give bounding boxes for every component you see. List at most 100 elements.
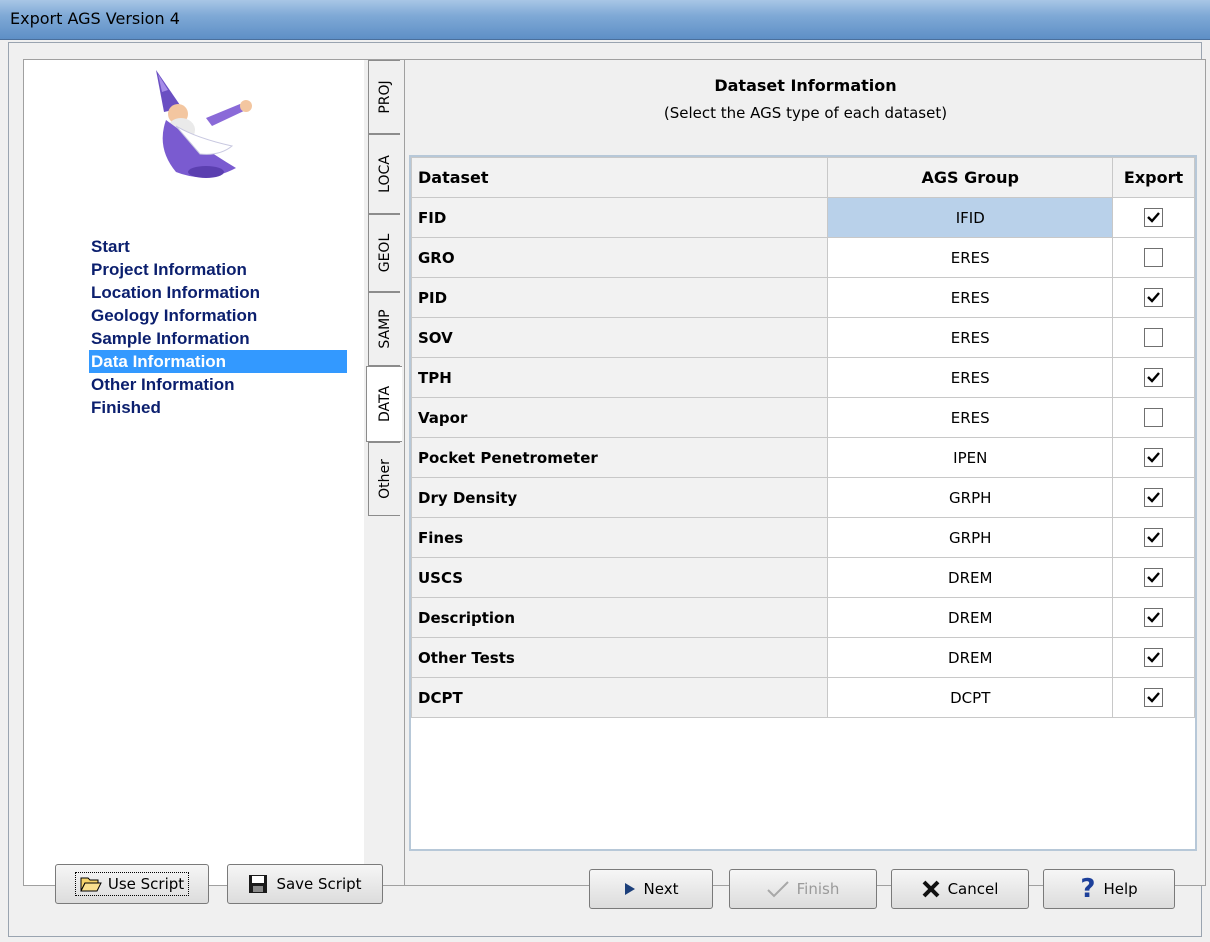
dataset-name-cell[interactable]: TPH (410, 357, 829, 398)
dataset-table: Dataset AGS Group Export FID IFID GRO ERES P… (410, 157, 1195, 718)
title-bar: Export AGS Version 4 (0, 0, 1210, 40)
step-finished[interactable]: Finished (89, 396, 347, 419)
export-cell (1112, 517, 1195, 558)
column-header-export[interactable]: Export (1112, 157, 1195, 198)
ags-group-cell[interactable]: IFID (827, 197, 1114, 238)
table-row: Dry Density GRPH (410, 477, 1195, 518)
table-row: Fines GRPH (410, 517, 1195, 558)
export-checkbox[interactable] (1144, 448, 1164, 467)
wizard-mascot-icon (156, 70, 252, 178)
export-cell (1112, 237, 1195, 278)
table-header-row: Dataset AGS Group Export (410, 157, 1195, 198)
ags-group-cell[interactable]: DCPT (827, 677, 1114, 718)
step-location-information[interactable]: Location Information (89, 281, 347, 304)
dataset-name-cell[interactable]: USCS (410, 557, 829, 598)
dataset-name-cell[interactable]: Dry Density (410, 477, 829, 518)
play-arrow-icon (624, 883, 635, 895)
help-label: Help (1103, 880, 1138, 898)
step-other-information[interactable]: Other Information (89, 373, 347, 396)
table-row: PID ERES (410, 277, 1195, 318)
use-script-label: Use Script (107, 875, 185, 893)
dataset-name-cell[interactable]: SOV (410, 317, 829, 358)
save-icon (249, 875, 268, 893)
ags-group-cell[interactable]: IPEN (827, 437, 1114, 478)
step-start[interactable]: Start (89, 235, 347, 258)
export-checkbox[interactable] (1144, 608, 1164, 627)
checkmark-icon (1147, 492, 1160, 503)
ags-group-cell[interactable]: ERES (827, 237, 1114, 278)
export-cell (1112, 677, 1195, 718)
ags-group-cell[interactable]: DREM (827, 637, 1114, 678)
tab-geol[interactable]: GEOL (368, 214, 400, 292)
tab-data[interactable]: DATA (366, 366, 402, 442)
checkmark-icon (1147, 452, 1160, 463)
dataset-name-cell[interactable]: FID (410, 197, 829, 238)
export-cell (1112, 277, 1195, 318)
ags-group-cell[interactable]: ERES (827, 317, 1114, 358)
checkmark-icon (1147, 612, 1160, 623)
dataset-name-cell[interactable]: DCPT (410, 677, 829, 718)
table-row: GRO ERES (410, 237, 1195, 278)
dataset-name-cell[interactable]: Vapor (410, 397, 829, 438)
use-script-button[interactable]: Use Script (55, 864, 209, 904)
cancel-label: Cancel (947, 880, 999, 898)
finish-button[interactable]: Finish (729, 869, 877, 909)
export-cell (1112, 317, 1195, 358)
ags-group-cell[interactable]: ERES (827, 357, 1114, 398)
checkmark-icon (1147, 692, 1160, 703)
export-checkbox[interactable] (1144, 528, 1164, 547)
table-row: FID IFID (410, 197, 1195, 238)
dataset-name-cell[interactable]: GRO (410, 237, 829, 278)
wizard-body: Start Project Information Location Infor… (23, 59, 1206, 886)
ags-group-cell[interactable]: ERES (827, 277, 1114, 318)
dataset-subtitle: (Select the AGS type of each dataset) (663, 104, 948, 122)
save-script-label: Save Script (276, 875, 362, 893)
export-checkbox[interactable] (1144, 648, 1164, 667)
cancel-button[interactable]: Cancel (891, 869, 1029, 909)
step-sample-information[interactable]: Sample Information (89, 327, 347, 350)
column-header-dataset[interactable]: Dataset (410, 157, 829, 198)
ags-group-cell[interactable]: DREM (827, 557, 1114, 598)
ags-group-cell[interactable]: ERES (827, 397, 1114, 438)
dataset-name-cell[interactable]: PID (410, 277, 829, 318)
close-icon (922, 880, 939, 898)
export-checkbox[interactable] (1144, 408, 1164, 427)
export-checkbox[interactable] (1144, 688, 1164, 707)
help-button[interactable]: ? Help (1043, 869, 1175, 909)
export-cell (1112, 437, 1195, 478)
export-checkbox[interactable] (1144, 328, 1164, 347)
dataset-name-cell[interactable]: Pocket Penetrometer (410, 437, 829, 478)
export-checkbox[interactable] (1144, 368, 1164, 387)
export-checkbox[interactable] (1144, 248, 1164, 267)
ags-group-cell[interactable]: GRPH (827, 517, 1114, 558)
finish-label: Finish (796, 880, 840, 898)
export-checkbox[interactable] (1144, 208, 1164, 227)
next-label: Next (643, 880, 679, 898)
tab-loca[interactable]: LOCA (368, 134, 400, 214)
tab-other[interactable]: Other (368, 442, 400, 516)
ags-group-cell[interactable]: DREM (827, 597, 1114, 638)
dataset-name-cell[interactable]: Description (410, 597, 829, 638)
table-row: SOV ERES (410, 317, 1195, 358)
step-geology-information[interactable]: Geology Information (89, 304, 347, 327)
export-cell (1112, 557, 1195, 598)
dataset-name-cell[interactable]: Other Tests (410, 637, 829, 678)
tab-samp[interactable]: SAMP (368, 292, 400, 366)
export-checkbox[interactable] (1144, 568, 1164, 587)
help-icon: ? (1080, 874, 1096, 904)
export-checkbox[interactable] (1144, 488, 1164, 507)
dataset-grid: Dataset AGS Group Export FID IFID GRO ERES P… (409, 155, 1197, 851)
export-checkbox[interactable] (1144, 288, 1164, 307)
ags-group-cell[interactable]: GRPH (827, 477, 1114, 518)
dataset-name-cell[interactable]: Fines (410, 517, 829, 558)
table-row: TPH ERES (410, 357, 1195, 398)
tab-proj[interactable]: PROJ (368, 60, 400, 134)
save-script-button[interactable]: Save Script (227, 864, 383, 904)
column-header-ags-group[interactable]: AGS Group (827, 157, 1114, 198)
next-button[interactable]: Next (589, 869, 713, 909)
table-row: Pocket Penetrometer IPEN (410, 437, 1195, 478)
checkmark-icon (1147, 572, 1160, 583)
vertical-tab-strip: PROJ LOCA GEOL SAMP DATA Other (364, 60, 404, 885)
step-project-information[interactable]: Project Information (89, 258, 347, 281)
step-data-information[interactable]: Data Information (89, 350, 347, 373)
